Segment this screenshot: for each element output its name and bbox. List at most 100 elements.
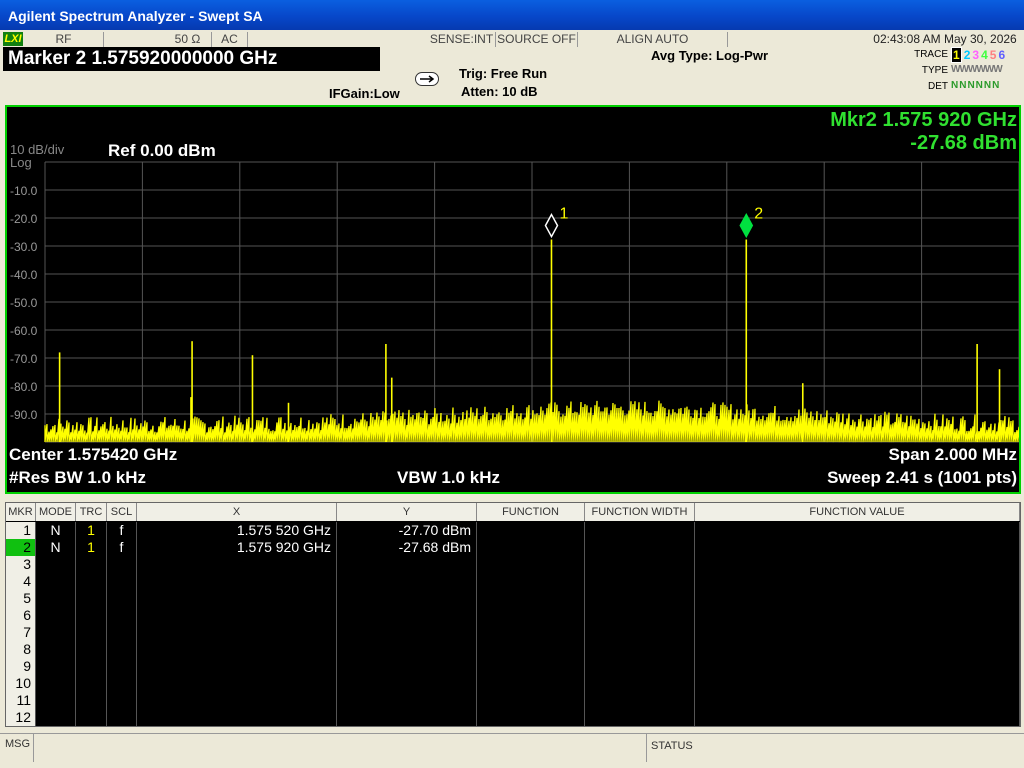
table-cell: 1.575 520 GHz bbox=[137, 522, 337, 539]
table-cell bbox=[337, 607, 477, 624]
det-label: DET bbox=[928, 81, 948, 92]
table-cell bbox=[107, 556, 137, 573]
table-cell bbox=[337, 709, 477, 726]
table-row[interactable]: 1 N 1 f 1.575 520 GHz -27.70 dBm bbox=[6, 522, 1020, 539]
table-row[interactable]: 11 bbox=[6, 692, 1020, 709]
window-title: Agilent Spectrum Analyzer - Swept SA bbox=[0, 0, 1024, 30]
table-cell: -27.68 dBm bbox=[337, 539, 477, 556]
table-cell: 1 bbox=[6, 522, 36, 539]
table-cell bbox=[337, 658, 477, 675]
trace-number-4: 4 bbox=[981, 48, 988, 62]
y-tick-label: -10.0 bbox=[10, 184, 38, 198]
table-cell bbox=[585, 709, 695, 726]
table-cell bbox=[137, 709, 337, 726]
table-cell: N bbox=[36, 539, 76, 556]
center-frequency: Center 1.575420 GHz bbox=[9, 445, 178, 464]
trig-run-icon[interactable] bbox=[415, 72, 439, 86]
table-cell: 1 bbox=[76, 522, 107, 539]
table-header-cell: FUNCTION VALUE bbox=[695, 503, 1020, 521]
table-cell: 5 bbox=[6, 590, 36, 607]
marker-table-header: MKR MODE TRC SCL X Y FUNCTION FUNCTION WIDTH FUN… bbox=[6, 503, 1020, 521]
table-row[interactable]: 10 bbox=[6, 675, 1020, 692]
table-cell bbox=[36, 624, 76, 641]
marker-table[interactable]: MKR MODE TRC SCL X Y FUNCTION FUNCTION WIDTH FUN… bbox=[5, 502, 1021, 727]
table-cell bbox=[585, 573, 695, 590]
spectrum-svg[interactable]: -10.0 -20.0 -30.0 -40.0 -50.0 -60.0 -70.0 -80.0… bbox=[7, 107, 1019, 492]
table-cell bbox=[695, 658, 1020, 675]
rf-label: RF bbox=[24, 32, 104, 47]
table-cell bbox=[695, 641, 1020, 658]
table-cell bbox=[585, 539, 695, 556]
y-tick-label: -50.0 bbox=[10, 296, 38, 310]
table-cell bbox=[107, 658, 137, 675]
table-header-cell: X bbox=[137, 503, 337, 521]
spectrum-display[interactable]: -10.0 -20.0 -30.0 -40.0 -50.0 -60.0 -70.0 -80.0… bbox=[5, 105, 1021, 494]
table-cell bbox=[36, 573, 76, 590]
table-row[interactable]: 3 bbox=[6, 556, 1020, 573]
table-cell bbox=[137, 675, 337, 692]
table-row[interactable]: 6 bbox=[6, 607, 1020, 624]
trace-number-3: 3 bbox=[972, 48, 980, 62]
table-row[interactable]: 5 bbox=[6, 590, 1020, 607]
table-cell bbox=[477, 522, 585, 539]
table-cell bbox=[36, 692, 76, 709]
table-cell bbox=[76, 692, 107, 709]
table-cell bbox=[76, 590, 107, 607]
y-tick-label: -40.0 bbox=[10, 268, 38, 282]
table-cell bbox=[337, 624, 477, 641]
table-cell bbox=[107, 573, 137, 590]
y-tick-label: -60.0 bbox=[10, 324, 38, 338]
table-cell bbox=[36, 675, 76, 692]
table-cell bbox=[36, 607, 76, 624]
table-header-cell: MKR bbox=[6, 503, 36, 521]
table-row[interactable]: 12 bbox=[6, 709, 1020, 726]
table-cell bbox=[137, 692, 337, 709]
marker-frequency: Mkr2 1.575 920 GHz bbox=[830, 109, 1017, 131]
table-cell: N bbox=[36, 522, 76, 539]
table-row[interactable]: 4 bbox=[6, 573, 1020, 590]
align-label: ALIGN AUTO bbox=[578, 32, 728, 47]
table-cell: 8 bbox=[6, 641, 36, 658]
table-row[interactable]: 9 bbox=[6, 658, 1020, 675]
table-cell bbox=[337, 692, 477, 709]
y-tick-label: -70.0 bbox=[10, 352, 38, 366]
table-cell bbox=[695, 590, 1020, 607]
table-cell bbox=[477, 675, 585, 692]
table-cell bbox=[477, 658, 585, 675]
trig-label: Trig: Free Run bbox=[459, 66, 548, 81]
table-cell bbox=[76, 556, 107, 573]
table-row[interactable]: 8 bbox=[6, 641, 1020, 658]
table-cell bbox=[695, 607, 1020, 624]
trace-number-6: 6 bbox=[998, 48, 1006, 62]
table-cell bbox=[585, 590, 695, 607]
type-value: WWWWWW bbox=[951, 64, 1003, 75]
table-cell bbox=[477, 692, 585, 709]
det-value: NNNNNN bbox=[951, 80, 1001, 91]
table-header-cell: FUNCTION WIDTH bbox=[585, 503, 695, 521]
table-cell bbox=[76, 607, 107, 624]
table-cell bbox=[107, 590, 137, 607]
active-marker-readout: Marker 2 1.575920000000 GHz bbox=[3, 47, 380, 71]
table-cell bbox=[585, 641, 695, 658]
y-tick-label: -30.0 bbox=[10, 240, 38, 254]
table-cell bbox=[695, 675, 1020, 692]
table-cell bbox=[695, 556, 1020, 573]
res-bw: #Res BW 1.0 kHz bbox=[9, 468, 146, 487]
table-cell bbox=[137, 590, 337, 607]
table-cell bbox=[107, 624, 137, 641]
trace-label: TRACE bbox=[914, 49, 948, 60]
table-cell: 10 bbox=[6, 675, 36, 692]
span: Span 2.000 MHz bbox=[888, 445, 1018, 464]
table-cell: 2 bbox=[6, 539, 36, 556]
table-cell bbox=[477, 556, 585, 573]
table-header-cell: MODE bbox=[36, 503, 76, 521]
table-row[interactable]: 2 N 1 f 1.575 920 GHz -27.68 dBm bbox=[6, 539, 1020, 556]
table-header-cell: TRC bbox=[76, 503, 107, 521]
table-cell: f bbox=[107, 522, 137, 539]
table-cell bbox=[36, 556, 76, 573]
msg-area bbox=[33, 734, 647, 762]
table-cell bbox=[76, 624, 107, 641]
sense-label: SENSE:INT bbox=[428, 32, 496, 47]
y-tick-label: -80.0 bbox=[10, 380, 38, 394]
table-row[interactable]: 7 bbox=[6, 624, 1020, 641]
